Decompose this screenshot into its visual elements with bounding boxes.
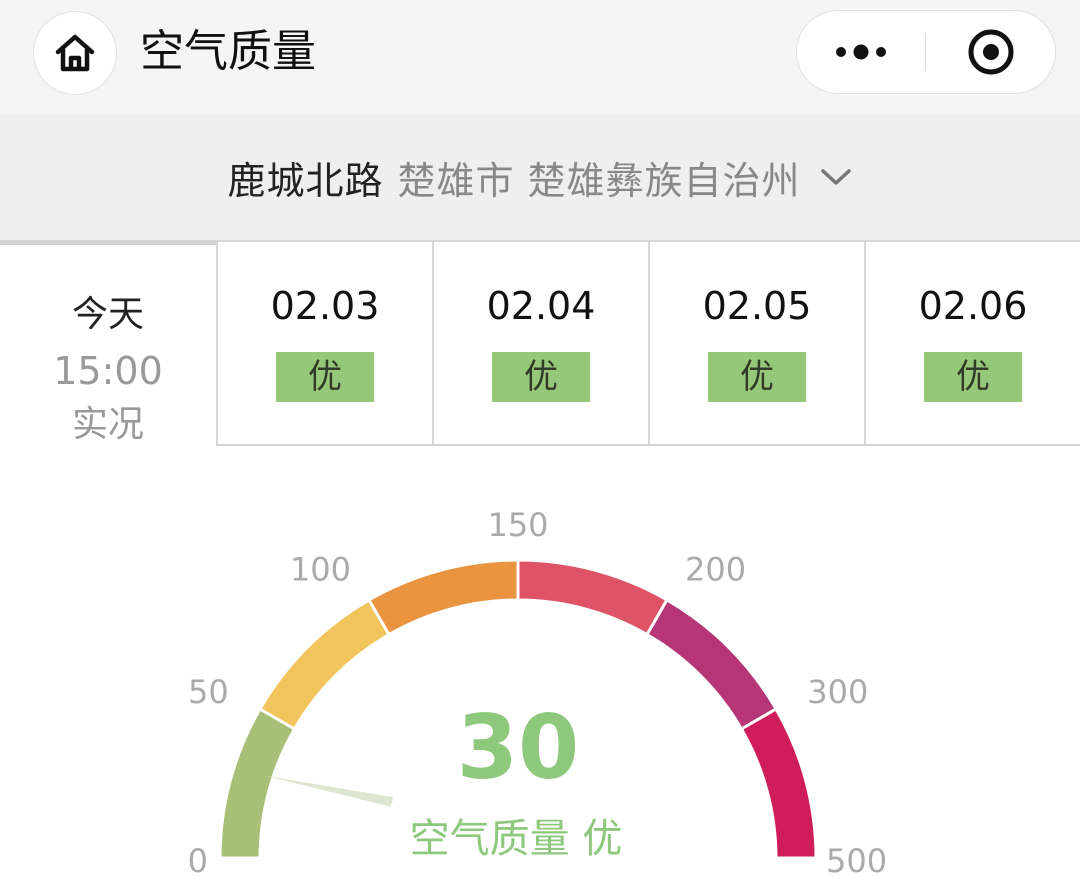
more-dots-icon [836,44,886,60]
gauge-segment [366,558,520,637]
location-secondary: 楚雄市 楚雄彝族自治州 [397,158,801,203]
forecast-date: 02.03 [270,284,380,328]
forecast-date: 02.06 [918,284,1028,328]
gauge-needle [265,775,394,807]
today-label: 今天 [71,294,144,335]
gauge-tick-label: 200 [685,551,746,589]
gauge-segment [739,706,818,860]
capsule-divider [925,33,926,71]
aqi-level-badge: 优 [924,352,1022,402]
gauge-segment [644,597,779,732]
tab-forecast-day[interactable]: 02.06 优 [864,240,1080,446]
gauge-segment [218,706,297,860]
chevron-down-icon [819,166,853,188]
aqi-level-badge: 优 [708,352,806,402]
tab-forecast-day[interactable]: 02.05 优 [648,240,864,446]
aqi-level-badge: 优 [276,352,374,402]
gauge-tick-label: 50 [188,673,229,711]
gauge-tick-label: 300 [807,673,868,711]
page-title: 空气质量 [140,26,316,77]
gauge-tick-label: 500 [826,842,887,880]
aqi-gauge: 0 50 100 150 200 300 500 30 空气质量 优 [0,446,1080,890]
gauge-tick-label: 0 [188,842,208,880]
mini-program-capsule [796,10,1056,94]
more-button[interactable] [797,11,925,93]
aqi-level-badge: 优 [492,352,590,402]
aqi-value: 30 [457,696,579,799]
gauge-tick-label: 150 [487,506,548,544]
forecast-tabs: 今天 15:00 实况 02.03 优 02.04 优 02.05 优 02.0… [0,240,1080,446]
home-button[interactable] [33,11,117,95]
today-time: 15:00 [53,349,163,393]
gauge-segment [257,597,392,732]
gauge-segment [516,558,670,637]
forecast-date: 02.04 [486,284,596,328]
tab-forecast-day[interactable]: 02.03 优 [216,240,432,446]
close-button[interactable] [927,11,1055,93]
tab-today[interactable]: 今天 15:00 实况 [0,240,216,446]
aqi-gauge-chart: 0 50 100 150 200 300 500 30 空气质量 优 [188,506,887,880]
forecast-date: 02.05 [702,284,812,328]
target-circle-icon [968,29,1014,75]
today-status: 实况 [71,404,144,445]
home-icon [55,34,95,72]
location-primary: 鹿城北路 [227,158,384,203]
top-navigation-bar: 空气质量 [0,0,1080,114]
aqi-label: 空气质量 优 [410,816,623,862]
location-selector[interactable]: 鹿城北路 楚雄市 楚雄彝族自治州 [0,114,1080,240]
gauge-tick-label: 100 [290,551,351,589]
tab-forecast-day[interactable]: 02.04 优 [432,240,648,446]
